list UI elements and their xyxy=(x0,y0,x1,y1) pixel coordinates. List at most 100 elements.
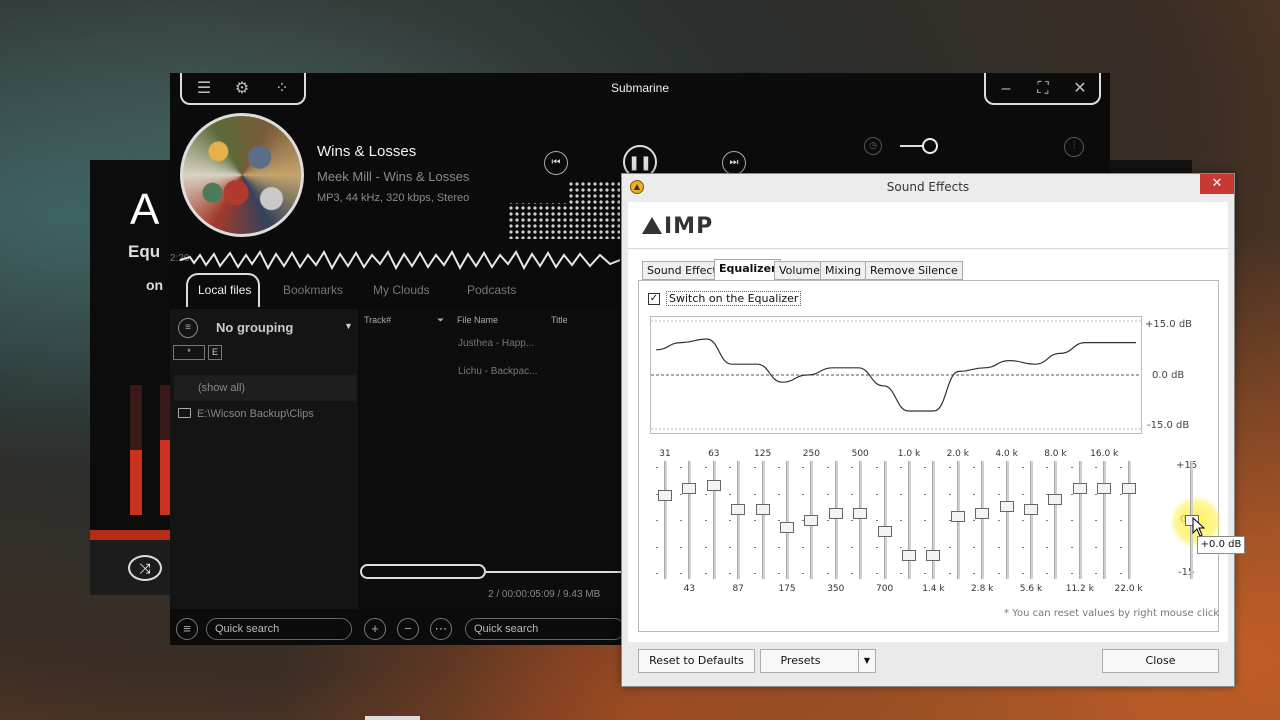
eq-band-track[interactable] xyxy=(1030,461,1033,579)
eq-band-track[interactable] xyxy=(688,461,692,579)
playlist-search-input[interactable]: Quick search xyxy=(465,618,625,640)
eq-band-knob[interactable] xyxy=(658,490,672,502)
curve-label-top: +15.0 dB xyxy=(1145,319,1193,330)
eq-band-knob[interactable] xyxy=(1048,493,1063,505)
eq-band-track[interactable] xyxy=(1103,461,1107,579)
remove-icon[interactable]: − xyxy=(397,618,419,640)
chevron-down-icon[interactable]: ▼ xyxy=(344,321,353,331)
eq-band-knob[interactable] xyxy=(731,504,746,516)
eq-band-knob[interactable] xyxy=(950,511,965,523)
fullscreen-icon[interactable]: ⛶ xyxy=(1033,79,1053,99)
minimize-icon[interactable]: – xyxy=(996,79,1016,99)
filter-e-button[interactable]: E xyxy=(208,345,222,360)
scale-tick xyxy=(778,573,780,574)
list-item[interactable]: Lichu - Backpac... xyxy=(458,366,537,377)
tab-equalizer[interactable]: Equalizer xyxy=(714,259,782,281)
eq-band-knob[interactable] xyxy=(975,507,990,519)
freq-label: 11.2 k xyxy=(1065,584,1094,594)
add-icon[interactable]: + xyxy=(364,618,386,640)
presets-dropdown-icon[interactable]: ▼ xyxy=(858,649,876,673)
eq-band-knob[interactable] xyxy=(706,479,721,491)
scroll-slider[interactable] xyxy=(360,564,486,579)
eq-band-track[interactable] xyxy=(883,461,887,579)
apps-icon[interactable]: ⁘ xyxy=(272,79,292,99)
scale-tick xyxy=(704,546,707,548)
eq-band-knob[interactable] xyxy=(877,525,892,537)
search-input[interactable]: Quick search xyxy=(206,618,352,640)
eq-band-knob[interactable] xyxy=(682,483,697,495)
eq-band-knob[interactable] xyxy=(999,500,1014,512)
sort-icon[interactable]: ⏷ xyxy=(437,315,444,326)
clock-icon[interactable]: ◷ xyxy=(864,137,882,155)
eq-band-knob[interactable] xyxy=(1097,483,1112,495)
eq-band-knob[interactable] xyxy=(1072,483,1087,495)
tab-bookmarks[interactable]: Bookmarks xyxy=(283,283,343,297)
eq-band-knob[interactable] xyxy=(780,522,794,534)
list-item[interactable]: Justhea - Happ... xyxy=(458,338,534,349)
eq-band-track[interactable] xyxy=(664,461,667,579)
scale-tick xyxy=(656,467,658,468)
eq-band-track[interactable] xyxy=(981,461,985,579)
eq-band-track[interactable] xyxy=(1078,461,1082,579)
grouping-menu-icon[interactable]: ≡ xyxy=(178,318,198,338)
scale-tick xyxy=(1046,573,1049,574)
eq-band-knob[interactable] xyxy=(926,550,941,562)
close-button[interactable]: Close xyxy=(1102,649,1219,673)
equalizer-checkbox[interactable]: ✓ xyxy=(648,293,660,305)
presets-button[interactable]: Presets xyxy=(760,649,859,673)
freq-label: 22.0 k xyxy=(1114,584,1143,594)
gear-icon[interactable]: ⚙ xyxy=(232,79,252,99)
tab-mixing[interactable]: Mixing xyxy=(820,261,867,280)
eq-band-knob[interactable] xyxy=(853,507,868,519)
scale-tick xyxy=(729,467,732,468)
eq-band-knob[interactable] xyxy=(1024,504,1038,516)
equalizer-checkbox-label[interactable]: Switch on the Equalizer xyxy=(666,291,802,306)
eq-curve-preview xyxy=(650,316,1142,434)
eq-band-knob[interactable] xyxy=(902,550,916,562)
column-file-name[interactable]: File Name xyxy=(457,315,498,325)
next-icon[interactable]: ⏭ xyxy=(722,151,746,175)
eq-band-track[interactable] xyxy=(737,461,741,579)
close-icon[interactable]: ✕ xyxy=(1070,79,1090,99)
filter-all-button[interactable]: * xyxy=(173,345,205,360)
scale-tick xyxy=(704,573,707,574)
scale-tick xyxy=(729,520,732,521)
eq-band-track[interactable] xyxy=(1127,461,1131,579)
column-track-number[interactable]: Track# xyxy=(364,315,391,325)
equalizer-icon[interactable]: ⫶ xyxy=(1064,137,1084,157)
reset-defaults-button[interactable]: Reset to Defaults xyxy=(638,649,755,673)
tab-remove-silence[interactable]: Remove Silence xyxy=(865,261,963,280)
column-title[interactable]: Title xyxy=(551,315,568,325)
eq-band-knob[interactable] xyxy=(1121,483,1136,495)
tab-local-files[interactable]: Local files xyxy=(198,283,251,297)
more-icon[interactable]: ⋯ xyxy=(430,618,452,640)
tab-volume[interactable]: Volume xyxy=(774,261,825,280)
eq-band-track[interactable] xyxy=(786,461,789,579)
show-all-item[interactable]: (show all) xyxy=(174,375,356,401)
scale-tick xyxy=(948,573,951,574)
menu-icon[interactable]: ☰ xyxy=(194,79,214,99)
scale-tick xyxy=(1046,520,1049,521)
grouping-menu-button[interactable]: ≡ xyxy=(176,618,198,640)
folder-item[interactable]: E:\Wicson Backup\Clips xyxy=(178,408,314,420)
eq-band-knob[interactable] xyxy=(755,504,770,516)
shuffle-icon[interactable]: ⤨ xyxy=(128,555,162,581)
scale-tick xyxy=(1070,520,1073,521)
eq-band-track[interactable] xyxy=(859,461,863,579)
tab-my-clouds[interactable]: My Clouds xyxy=(373,283,430,297)
eq-band-track[interactable] xyxy=(834,461,838,579)
scale-tick xyxy=(1022,573,1024,574)
eq-band-track[interactable] xyxy=(761,461,765,579)
eq-band-track[interactable] xyxy=(1005,461,1009,579)
previous-icon[interactable]: ⏮ xyxy=(544,151,568,175)
eq-band-knob[interactable] xyxy=(804,515,819,526)
close-icon[interactable]: ✕ xyxy=(1200,174,1234,194)
eq-band-knob[interactable] xyxy=(828,507,843,519)
track-artist: Meek Mill - Wins & Losses xyxy=(317,169,470,184)
eq-band-track[interactable] xyxy=(1054,461,1058,579)
tab-podcasts[interactable]: Podcasts xyxy=(467,283,516,297)
grouping-select[interactable]: No grouping xyxy=(216,320,293,335)
waveform-seekbar[interactable] xyxy=(180,249,620,271)
aimp-logo-icon xyxy=(642,217,662,234)
volume-knob[interactable] xyxy=(922,138,938,154)
